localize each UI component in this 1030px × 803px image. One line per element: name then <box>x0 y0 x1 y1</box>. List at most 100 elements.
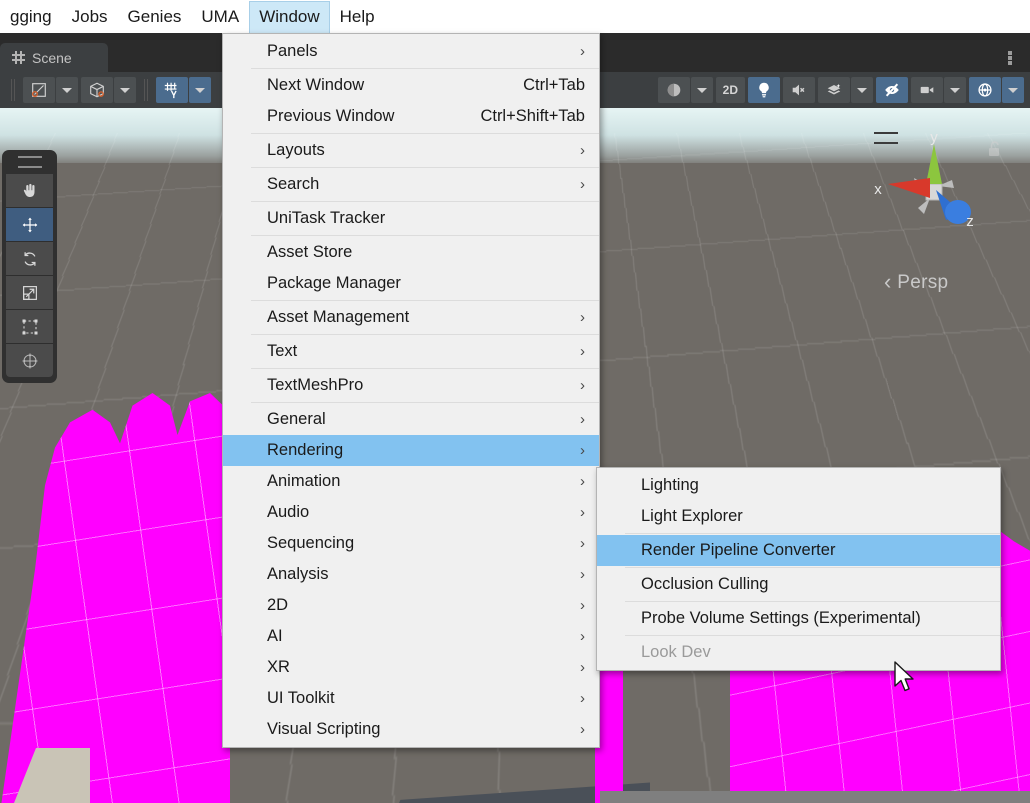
gizmos-globe-icon <box>976 81 994 99</box>
menubar-item-uma[interactable]: UMA <box>191 1 249 33</box>
rect-transform-icon <box>21 318 39 336</box>
chevron-right-icon: › <box>580 411 585 428</box>
menu-item-render-pipeline-converter[interactable]: Render Pipeline Converter <box>597 535 1000 566</box>
menu-item-sequencing[interactable]: Sequencing › <box>223 528 599 559</box>
scale-tool-button[interactable] <box>6 276 53 310</box>
menu-item-asset-management[interactable]: Asset Management › <box>223 302 599 333</box>
rect-transform-tool-button[interactable] <box>6 310 53 344</box>
menu-item-lighting[interactable]: Lighting <box>597 470 1000 501</box>
draw-mode-dropdown[interactable] <box>690 77 713 103</box>
scene-camera-dropdown[interactable] <box>944 77 966 103</box>
menu-item-panels[interactable]: Panels › <box>223 36 599 67</box>
two-d-label: 2D <box>722 83 738 97</box>
menu-item-label: 2D <box>267 596 289 614</box>
menu-divider <box>625 567 1000 568</box>
hand-tool-button[interactable] <box>6 174 53 208</box>
scene-lighting-button[interactable] <box>748 77 780 103</box>
grid-snap-button[interactable] <box>156 77 188 103</box>
handle-rotation-button[interactable] <box>81 77 113 103</box>
chevron-right-icon: › <box>580 504 585 521</box>
gizmos-button[interactable] <box>969 77 1001 103</box>
menu-item-visual-scripting[interactable]: Visual Scripting › <box>223 714 599 745</box>
menu-divider <box>251 368 599 369</box>
pivot-mode-group[interactable] <box>23 77 78 103</box>
gizmo-drag-handle[interactable] <box>874 132 898 144</box>
menu-item-label: Asset Store <box>267 243 353 261</box>
window-menu-dropdown[interactable]: Panels › Next Window Ctrl+Tab Previous Windo… <box>222 33 600 748</box>
menu-item-unitask-tracker[interactable]: UniTask Tracker <box>223 203 599 234</box>
chevron-right-icon: › <box>580 473 585 490</box>
menubar-item-help[interactable]: Help <box>330 1 385 33</box>
transform-tool-button[interactable] <box>6 344 53 377</box>
menu-item-occlusion-culling[interactable]: Occlusion Culling <box>597 569 1000 600</box>
chevron-right-icon: › <box>580 690 585 707</box>
handle-rotation-dropdown[interactable] <box>114 77 136 103</box>
gizmos-dropdown[interactable] <box>1002 77 1024 103</box>
tab-scene[interactable]: Scene <box>0 43 108 72</box>
menu-item-general[interactable]: General › <box>223 404 599 435</box>
menu-item-xr[interactable]: XR › <box>223 652 599 683</box>
menu-item-probe-volume-settings-experimental[interactable]: Probe Volume Settings (Experimental) <box>597 603 1000 634</box>
menubar-item-debugging[interactable]: gging <box>0 1 62 33</box>
rotate-tool-button[interactable] <box>6 242 53 276</box>
menu-item-label: Lighting <box>641 476 699 494</box>
menubar-item-window[interactable]: Window <box>249 0 330 33</box>
draw-mode-button[interactable] <box>657 77 690 103</box>
menu-item-rendering[interactable]: Rendering › <box>223 435 599 466</box>
handle-rotation-group[interactable] <box>81 77 136 103</box>
menu-item-layouts[interactable]: Layouts › <box>223 135 599 166</box>
menu-item-package-manager[interactable]: Package Manager <box>223 268 599 299</box>
scene-fx-group[interactable] <box>818 77 873 103</box>
chevron-right-icon: › <box>580 377 585 394</box>
scene-fx-button[interactable] <box>818 77 850 103</box>
scene-orientation-gizmo[interactable]: y x z ‹ Persp <box>852 128 1012 303</box>
menu-item-asset-store[interactable]: Asset Store <box>223 237 599 268</box>
pivot-mode-button[interactable] <box>23 77 55 103</box>
two-d-toggle[interactable]: 2D <box>715 77 745 103</box>
menu-item-ai[interactable]: AI › <box>223 621 599 652</box>
menu-item-text[interactable]: Text › <box>223 336 599 367</box>
menu-item-next-window[interactable]: Next Window Ctrl+Tab <box>223 70 599 101</box>
scene-tools-overlay[interactable] <box>2 150 57 383</box>
menu-item-previous-window[interactable]: Previous Window Ctrl+Shift+Tab <box>223 101 599 132</box>
move-icon <box>21 216 39 234</box>
grid-snap-group[interactable] <box>156 77 211 103</box>
grid-snap-dropdown[interactable] <box>189 77 211 103</box>
scene-audio-button[interactable] <box>783 77 815 103</box>
rendering-submenu-dropdown[interactable]: Lighting Light Explorer Render Pipeline Co… <box>596 467 1001 671</box>
mouse-cursor <box>894 661 914 692</box>
menu-item-search[interactable]: Search › <box>223 169 599 200</box>
chevron-right-icon: › <box>580 597 585 614</box>
gizmo-lock-icon[interactable] <box>986 140 1002 163</box>
menu-divider <box>251 68 599 69</box>
menu-item-ui-toolkit[interactable]: UI Toolkit › <box>223 683 599 714</box>
camera-icon <box>918 81 936 99</box>
menu-divider <box>625 533 1000 534</box>
menu-divider <box>625 635 1000 636</box>
scene-fx-dropdown[interactable] <box>851 77 873 103</box>
pivot-mode-dropdown[interactable] <box>56 77 78 103</box>
menu-item-audio[interactable]: Audio › <box>223 497 599 528</box>
menu-item-label: Asset Management <box>267 308 410 326</box>
menubar-item-genies[interactable]: Genies <box>118 1 192 33</box>
scene-camera-button[interactable] <box>911 77 943 103</box>
menu-item-label: General <box>267 410 326 428</box>
menubar: gging Jobs Genies UMA Window Help <box>0 0 1030 33</box>
menu-item-analysis[interactable]: Analysis › <box>223 559 599 590</box>
menu-item-label: UI Toolkit <box>267 689 335 707</box>
menu-item-animation[interactable]: Animation › <box>223 466 599 497</box>
gizmos-group[interactable] <box>969 77 1024 103</box>
draw-mode-group[interactable] <box>657 77 713 103</box>
menu-item-2d[interactable]: 2D › <box>223 590 599 621</box>
projection-mode-label[interactable]: ‹ Persp <box>884 268 948 294</box>
scene-camera-group[interactable] <box>911 77 966 103</box>
menu-item-light-explorer[interactable]: Light Explorer <box>597 501 1000 532</box>
chevron-down-icon <box>950 87 960 93</box>
menu-item-textmeshpro[interactable]: TextMeshPro › <box>223 370 599 401</box>
move-tool-button[interactable] <box>6 208 53 242</box>
tools-drag-handle[interactable] <box>17 156 42 168</box>
projection-mode-text: Persp <box>897 272 949 293</box>
panel-options-kebab-icon[interactable] <box>1002 49 1018 67</box>
hidden-objects-button[interactable] <box>876 77 908 103</box>
menubar-item-jobs[interactable]: Jobs <box>62 1 118 33</box>
